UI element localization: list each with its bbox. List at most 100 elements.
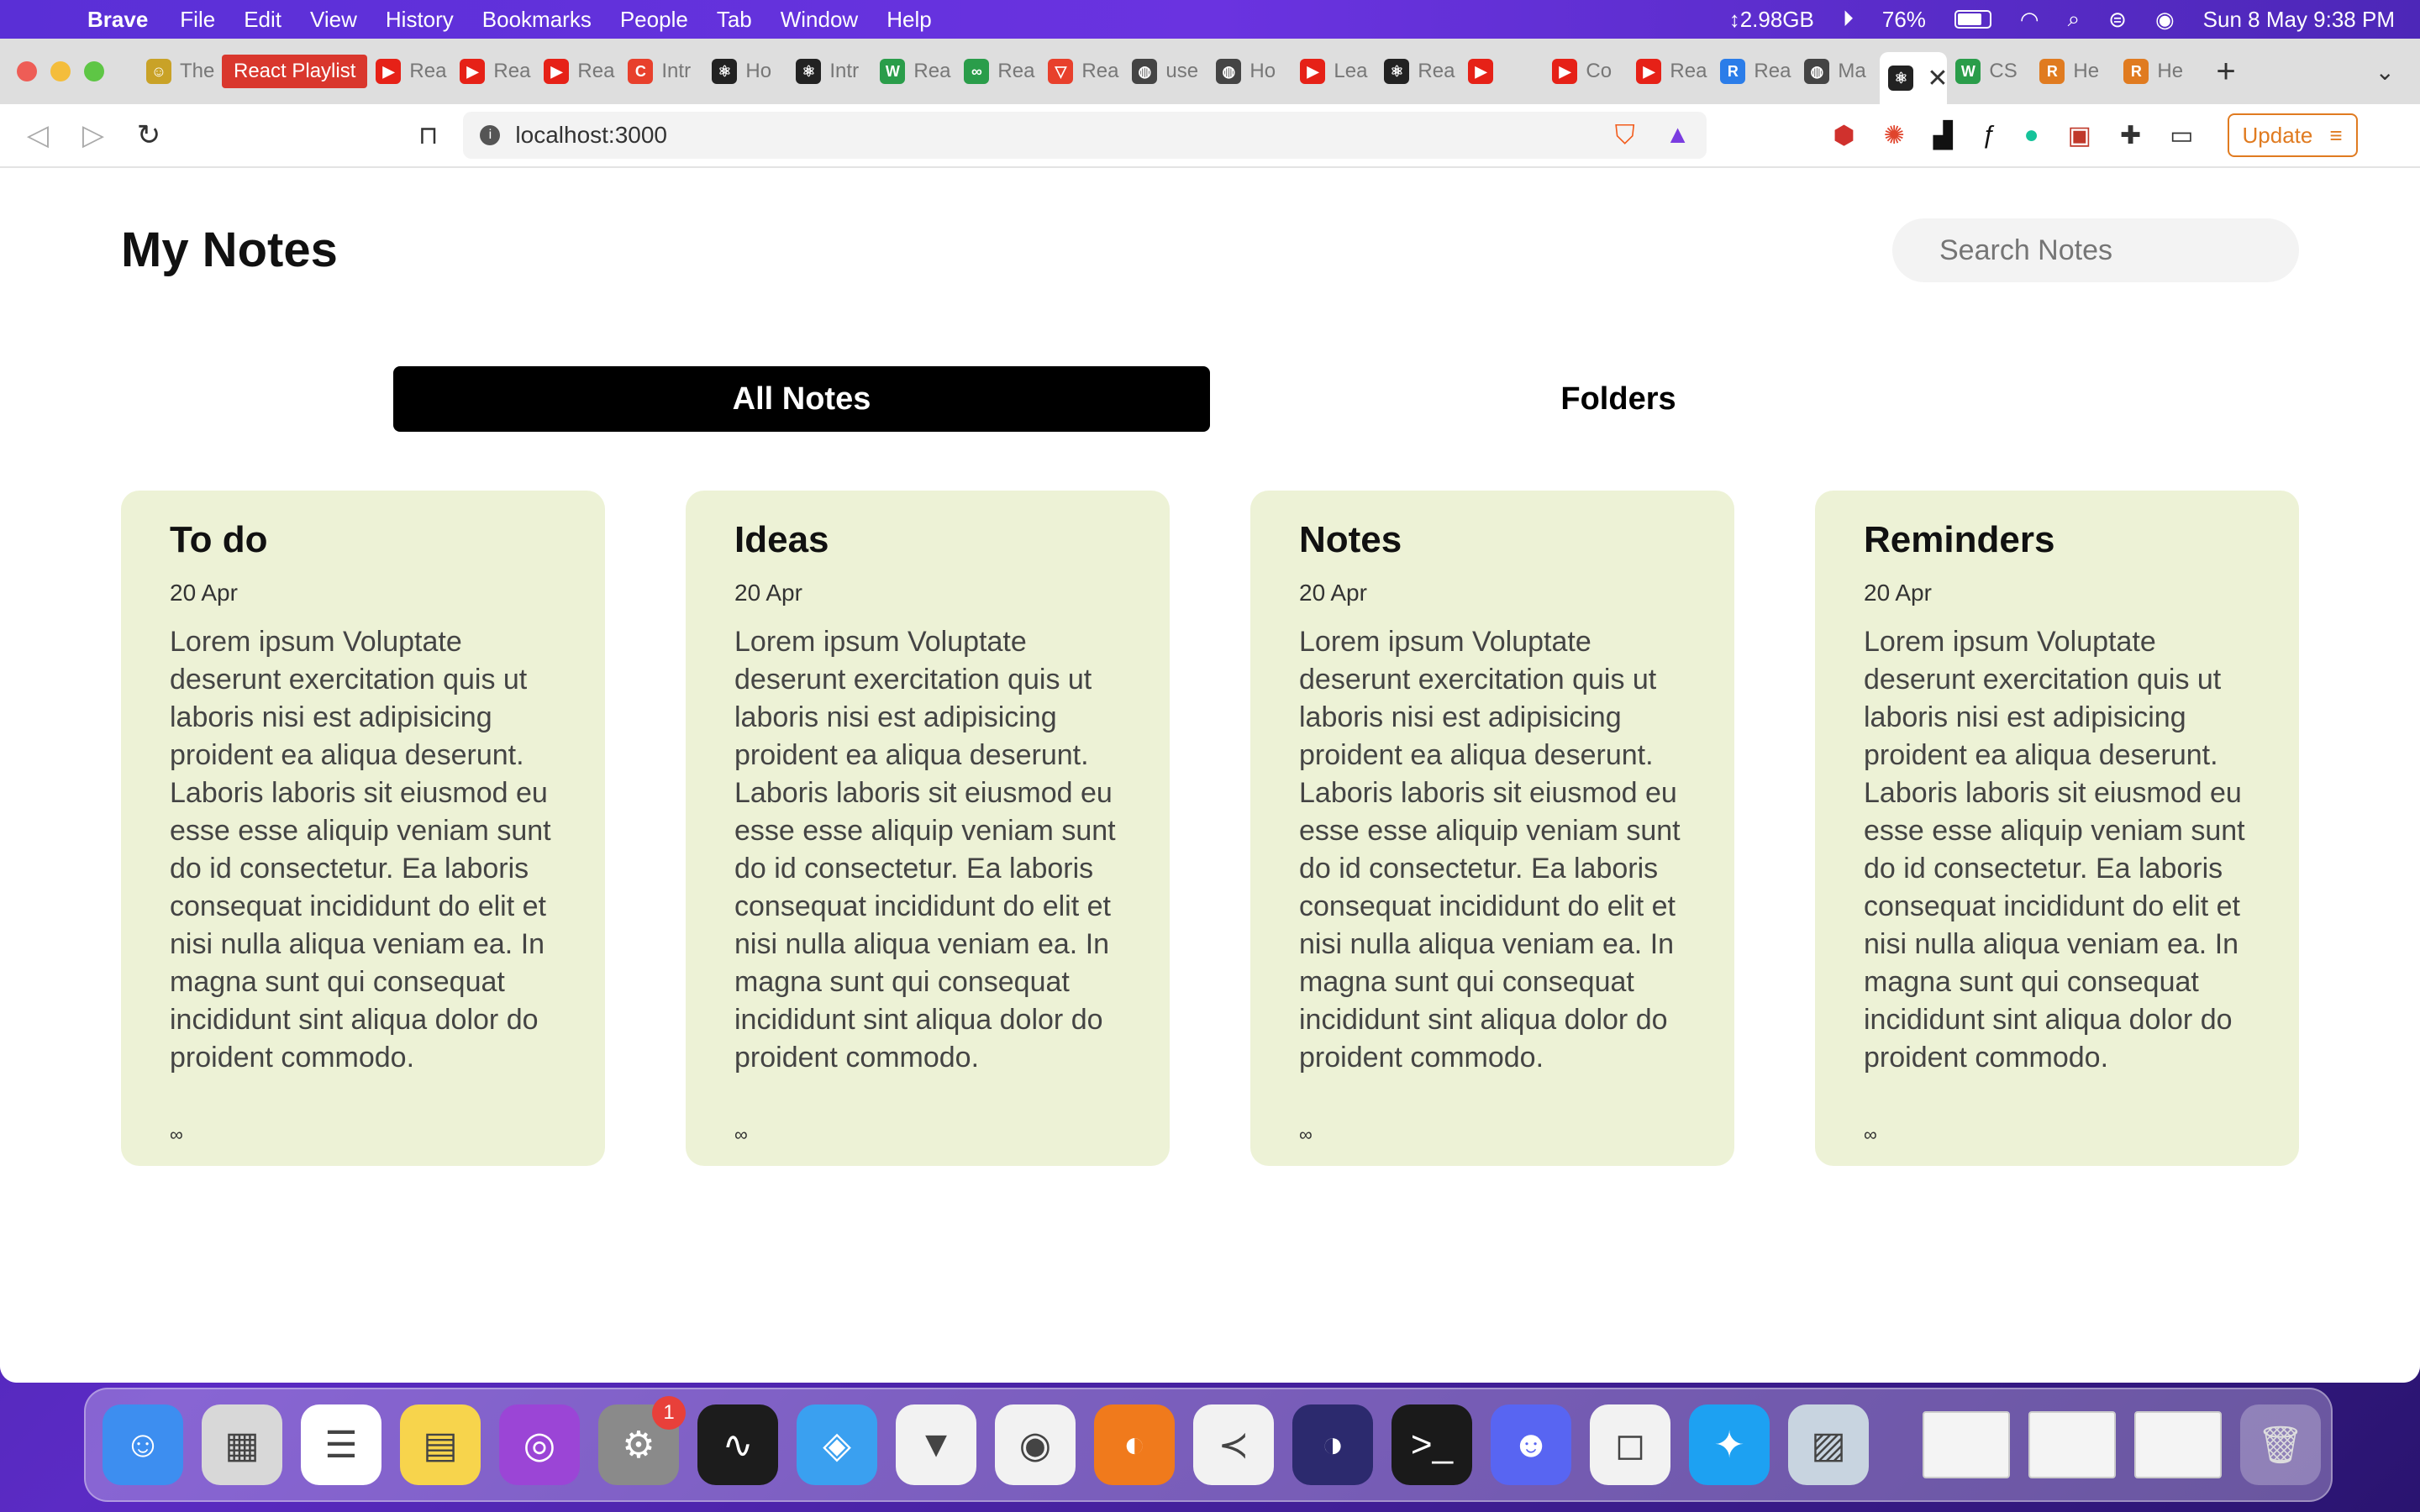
- forward-button[interactable]: ▷: [81, 118, 106, 152]
- twitter-icon[interactable]: ✦: [1689, 1404, 1770, 1485]
- system-preferences-icon[interactable]: ⚙ 1: [598, 1396, 686, 1485]
- browser-tab-active[interactable]: ⚛ ✕: [1880, 52, 1948, 104]
- close-tab-icon[interactable]: ✕: [1927, 64, 1947, 93]
- reload-button[interactable]: ↻: [136, 118, 161, 152]
- chrome-icon[interactable]: ◉: [995, 1404, 1076, 1485]
- browser-tab[interactable]: ◍ Ma: [1796, 49, 1880, 94]
- minimize-window-button[interactable]: [50, 61, 71, 81]
- note-card[interactable]: Notes 20 Apr Lorem ipsum Voluptate deser…: [1250, 491, 1734, 1166]
- control-center-icon[interactable]: ⊜: [2108, 7, 2127, 33]
- browser-tab-react-playlist[interactable]: React Playlist: [222, 55, 368, 88]
- note-options-icon[interactable]: ∞: [1864, 1124, 1877, 1146]
- trash-icon[interactable]: 🗑: [2240, 1404, 2321, 1485]
- new-tab-button[interactable]: +: [2216, 53, 2235, 91]
- site-info-icon[interactable]: i: [480, 125, 501, 145]
- browser-tab[interactable]: ▶ Rea: [1628, 49, 1712, 94]
- brave-shields-icon[interactable]: ⛉: [1615, 119, 1635, 151]
- browser-tab[interactable]: R Rea: [1712, 49, 1796, 94]
- battery-icon[interactable]: [1954, 10, 1991, 29]
- vscode-icon[interactable]: ≺: [1193, 1404, 1274, 1485]
- browser-tab[interactable]: ⚛ Intr: [787, 49, 871, 94]
- preview-icon[interactable]: ▨: [1788, 1404, 1869, 1485]
- minimized-window-thumbnail[interactable]: [1923, 1411, 2010, 1478]
- menu-help[interactable]: Help: [886, 7, 931, 33]
- eclipse-icon[interactable]: ◑: [1292, 1404, 1373, 1485]
- browser-tab[interactable]: R He: [2115, 49, 2199, 94]
- memory-indicator[interactable]: ↕2.98GB: [1729, 7, 1814, 33]
- browser-tab[interactable]: C Intr: [619, 49, 703, 94]
- play-icon[interactable]: ⏵: [1843, 6, 1854, 33]
- instagram-icon[interactable]: ◻: [1590, 1404, 1670, 1485]
- menu-view[interactable]: View: [310, 7, 357, 33]
- tab-folders[interactable]: Folders: [1210, 366, 2027, 432]
- browser-tab[interactable]: ▶ Rea: [535, 49, 619, 94]
- menu-tab[interactable]: Tab: [717, 7, 752, 33]
- menu-clock[interactable]: Sun 8 May 9:38 PM: [2203, 7, 2395, 33]
- tab-all-notes[interactable]: All Notes: [393, 366, 1210, 432]
- font-extension-icon[interactable]: ƒ: [1981, 121, 1996, 150]
- menu-app-name[interactable]: Brave: [87, 7, 148, 33]
- menu-people[interactable]: People: [620, 7, 688, 33]
- wallet-icon[interactable]: ▭: [2170, 121, 2193, 150]
- reminders-icon[interactable]: ☰: [301, 1404, 381, 1485]
- menu-bookmarks[interactable]: Bookmarks: [482, 7, 592, 33]
- tab-search-chevron-icon[interactable]: ⌄: [2375, 58, 2395, 86]
- browser-tab[interactable]: ⚛ Rea: [1376, 49, 1460, 94]
- siri-icon[interactable]: ◉: [2155, 7, 2175, 33]
- grammarly-extension-icon[interactable]: ●: [2024, 121, 2039, 150]
- finder-icon[interactable]: ☺: [103, 1404, 183, 1485]
- browser-tab[interactable]: W Rea: [871, 49, 955, 94]
- browser-tab[interactable]: ▶ Co: [1544, 49, 1628, 94]
- pixel-extension-icon[interactable]: ▣: [2068, 121, 2091, 150]
- brave-icon[interactable]: ▼: [896, 1404, 976, 1485]
- notes-icon[interactable]: ▤: [400, 1404, 481, 1485]
- ublock-extension-icon[interactable]: ⬢: [1833, 121, 1854, 150]
- browser-tab[interactable]: ▶ Lea: [1292, 49, 1376, 94]
- back-button[interactable]: ◁: [25, 118, 50, 152]
- browser-tab[interactable]: ▶: [1460, 49, 1544, 94]
- browser-tab[interactable]: ☺ The: [138, 49, 222, 94]
- spotlight-icon[interactable]: ⌕: [2068, 6, 2081, 33]
- close-window-button[interactable]: [17, 61, 37, 81]
- address-bar[interactable]: i localhost:3000 ⛉ ▲: [463, 112, 1707, 159]
- activity-monitor-icon[interactable]: ∿: [697, 1404, 778, 1485]
- terminal-icon[interactable]: >_: [1392, 1404, 1472, 1485]
- discord-icon[interactable]: ☻: [1491, 1404, 1571, 1485]
- note-card[interactable]: Ideas 20 Apr Lorem ipsum Voluptate deser…: [686, 491, 1170, 1166]
- bookmark-icon[interactable]: ⊓: [418, 121, 438, 150]
- menu-edit[interactable]: Edit: [244, 7, 281, 33]
- brave-rewards-icon[interactable]: ▲: [1665, 121, 1691, 150]
- browser-tab[interactable]: ◍ use: [1123, 49, 1207, 94]
- browser-tab[interactable]: ▶ Rea: [367, 49, 451, 94]
- menu-history[interactable]: History: [386, 7, 454, 33]
- note-card[interactable]: To do 20 Apr Lorem ipsum Voluptate deser…: [121, 491, 605, 1166]
- browser-tab[interactable]: ◍ Ho: [1207, 49, 1292, 94]
- color-picker-extension-icon[interactable]: ✺: [1884, 121, 1905, 150]
- browser-tab[interactable]: R He: [2031, 49, 2115, 94]
- maximize-window-button[interactable]: [84, 61, 104, 81]
- browser-tab[interactable]: W CS: [1947, 49, 2031, 94]
- minimized-window-thumbnail[interactable]: [2134, 1411, 2222, 1478]
- launchpad-icon[interactable]: ▦: [202, 1404, 282, 1485]
- search-input[interactable]: [1892, 218, 2299, 282]
- note-options-icon[interactable]: ∞: [1299, 1124, 1313, 1146]
- note-card[interactable]: Reminders 20 Apr Lorem ipsum Voluptate d…: [1815, 491, 2299, 1166]
- minimized-window-thumbnail[interactable]: [2028, 1411, 2116, 1478]
- browser-tab[interactable]: ▽ Rea: [1039, 49, 1123, 94]
- note-options-icon[interactable]: ∞: [170, 1124, 183, 1146]
- firefox-icon[interactable]: ◐: [1094, 1404, 1175, 1485]
- menu-file[interactable]: File: [180, 7, 215, 33]
- browser-tab[interactable]: ⚛ Ho: [703, 49, 787, 94]
- browser-tab[interactable]: ∞ Rea: [955, 49, 1039, 94]
- safari-icon[interactable]: ◈: [797, 1404, 877, 1485]
- note-options-icon[interactable]: ∞: [734, 1124, 748, 1146]
- browser-tab-label: Ho: [1249, 60, 1276, 82]
- extensions-puzzle-icon[interactable]: ✚: [2120, 121, 2141, 150]
- browser-tab[interactable]: ▶ Rea: [451, 49, 535, 94]
- wifi-icon[interactable]: ◠: [2020, 7, 2039, 33]
- podcasts-icon[interactable]: ◎: [499, 1404, 580, 1485]
- url-text[interactable]: localhost:3000: [515, 122, 1597, 149]
- menu-window[interactable]: Window: [781, 7, 858, 33]
- update-button[interactable]: Update ≡: [2227, 113, 2358, 157]
- stats-extension-icon[interactable]: ▟: [1933, 121, 1953, 150]
